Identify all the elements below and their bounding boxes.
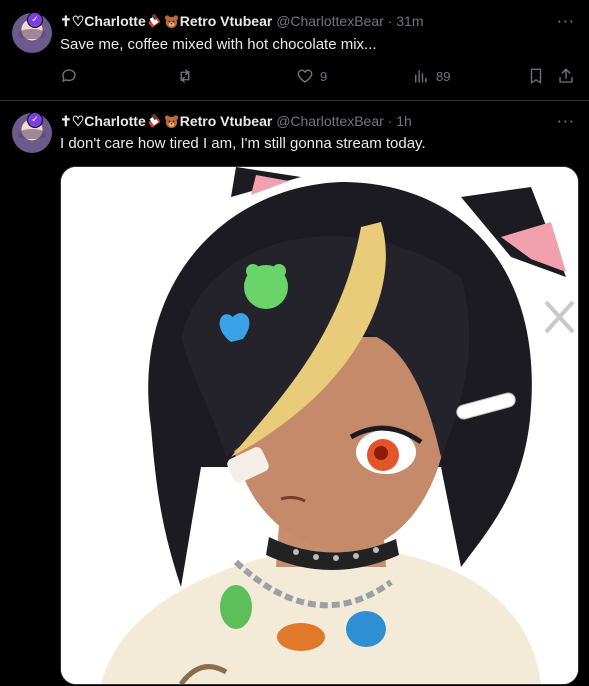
reply-button[interactable] bbox=[60, 64, 78, 88]
chocolate-emoji-icon bbox=[148, 114, 160, 128]
separator: · bbox=[387, 13, 393, 29]
display-name[interactable]: ✝♡Charlotte Retro Vtubear bbox=[60, 113, 276, 129]
reply-icon bbox=[62, 69, 76, 82]
tweet-text: I don't care how tired I am, I'm still g… bbox=[60, 135, 426, 152]
more-options-button[interactable]: ··· bbox=[557, 114, 575, 130]
bookmark-button[interactable] bbox=[527, 64, 545, 88]
share-button[interactable] bbox=[557, 64, 575, 88]
like-button[interactable]: 9 bbox=[296, 64, 327, 88]
tweet-actions: 9 89 bbox=[60, 64, 580, 88]
more-options-button[interactable]: ··· bbox=[557, 14, 575, 30]
chocolate-emoji-icon bbox=[148, 14, 160, 28]
handle[interactable]: @CharlottexBear bbox=[276, 113, 384, 129]
tweet[interactable]: ✓ ✝♡Charlotte Retro Vtubear @CharlottexBe… bbox=[0, 0, 589, 101]
like-count: 9 bbox=[320, 68, 328, 84]
tweet[interactable]: ✓ ✝♡Charlotte Retro Vtubear @CharlottexBe… bbox=[0, 101, 589, 686]
bear-emoji-icon bbox=[164, 15, 178, 29]
heart-icon bbox=[297, 69, 313, 83]
bookmark-icon bbox=[530, 68, 542, 84]
display-name[interactable]: ✝♡Charlotte Retro Vtubear bbox=[60, 13, 276, 29]
tweet-media-image[interactable] bbox=[60, 166, 579, 685]
view-count: 89 bbox=[436, 68, 451, 84]
timestamp[interactable]: 1h bbox=[396, 113, 412, 129]
handle[interactable]: @CharlottexBear bbox=[276, 13, 384, 29]
views-button[interactable]: 89 bbox=[412, 64, 450, 88]
tweet-header: ✝♡Charlotte Retro Vtubear @CharlottexBear… bbox=[60, 112, 412, 130]
tweet-header: ✝♡Charlotte Retro Vtubear @CharlottexBear… bbox=[60, 12, 423, 30]
retweet-icon bbox=[180, 69, 190, 83]
views-icon bbox=[415, 70, 427, 83]
bear-emoji-icon bbox=[164, 115, 178, 129]
vtuber-illustration bbox=[61, 167, 578, 684]
verified-badge-icon: ✓ bbox=[27, 112, 43, 128]
timestamp[interactable]: 31m bbox=[396, 13, 423, 29]
retweet-button[interactable] bbox=[176, 64, 194, 88]
separator: · bbox=[387, 113, 393, 129]
tweet-text: Save me, coffee mixed with hot chocolate… bbox=[60, 36, 377, 53]
share-icon bbox=[559, 68, 573, 83]
verified-badge-icon: ✓ bbox=[27, 12, 43, 28]
